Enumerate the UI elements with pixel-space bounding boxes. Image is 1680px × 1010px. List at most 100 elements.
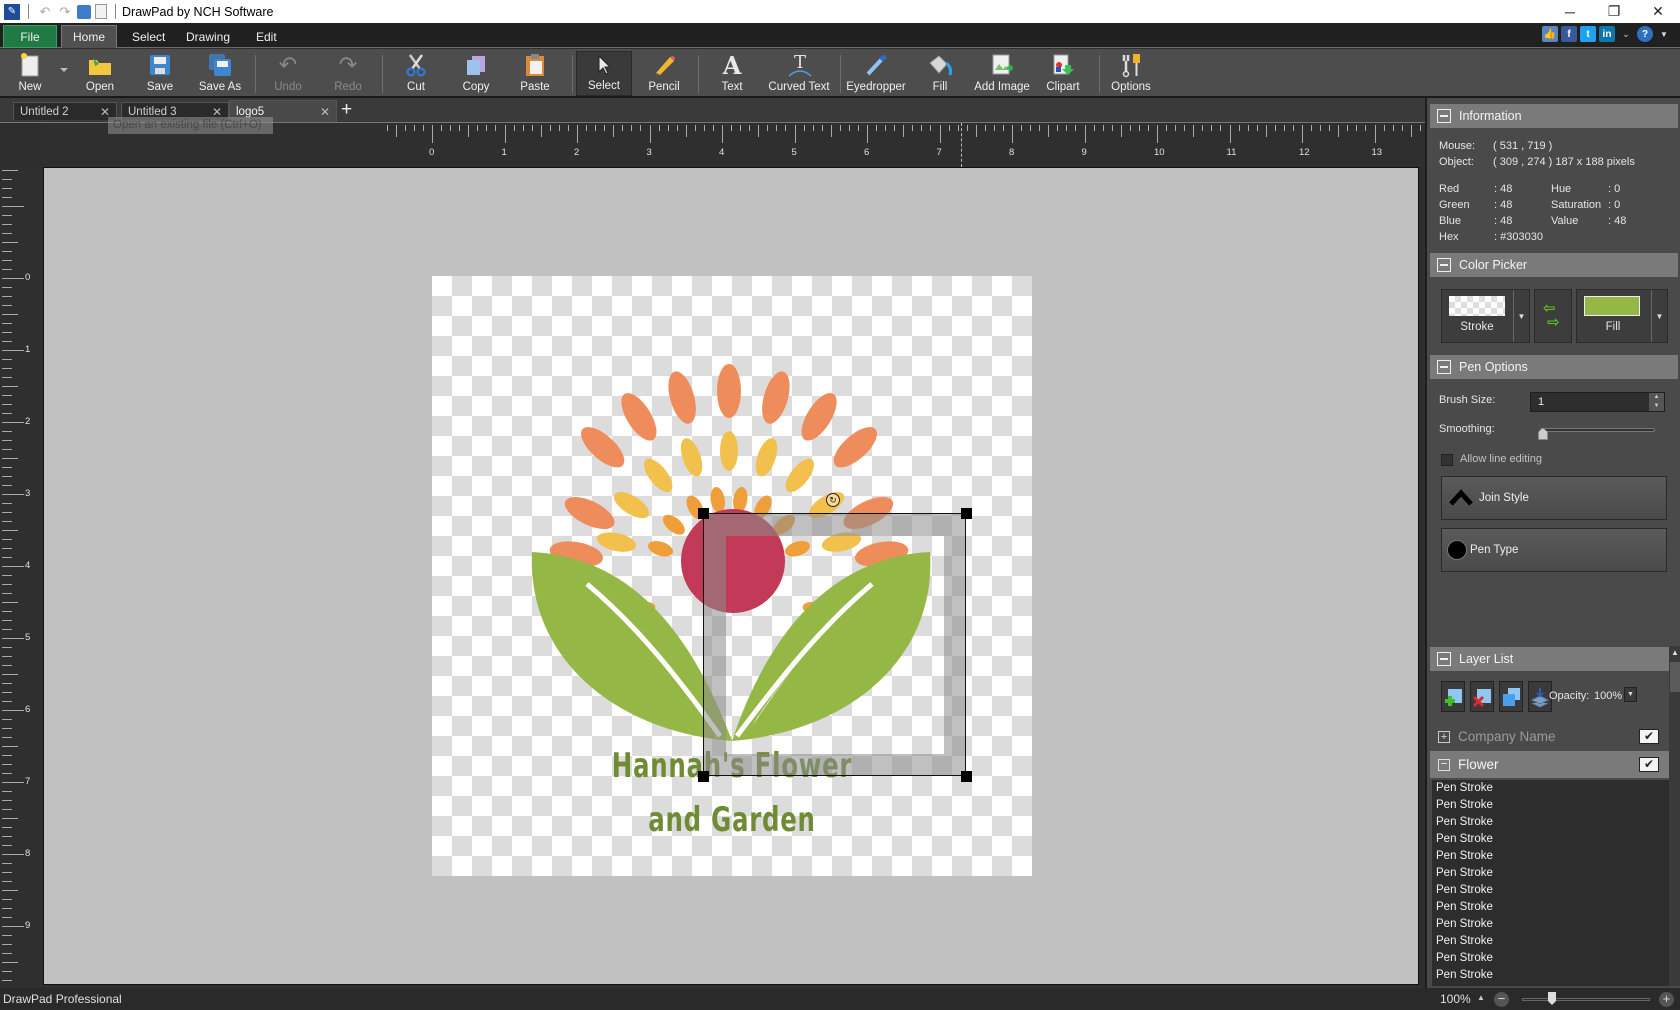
zoom-slider-thumb[interactable]: [1548, 992, 1556, 1005]
restore-button[interactable]: ❐: [1592, 0, 1636, 23]
layer-list-panel-header[interactable]: Layer List: [1430, 647, 1669, 671]
petal[interactable]: [780, 454, 819, 497]
redo-icon[interactable]: ↷: [57, 4, 73, 20]
layer-object-item[interactable]: Pen Stroke: [1432, 916, 1669, 933]
allow-line-editing-checkbox[interactable]: [1441, 454, 1453, 466]
rotate-handle-icon[interactable]: ↻: [826, 493, 840, 507]
pencil-tool-button[interactable]: Pencil: [644, 51, 684, 96]
petal[interactable]: [663, 368, 701, 427]
new-button[interactable]: New: [12, 51, 48, 96]
brush-size-input[interactable]: 1 ▲ ▼: [1530, 392, 1665, 412]
information-panel-header[interactable]: Information: [1430, 104, 1678, 128]
save-button[interactable]: Save: [140, 51, 180, 96]
layer-object-item[interactable]: Pen Stroke: [1432, 848, 1669, 865]
fill-color-button[interactable]: Fill ▼: [1576, 289, 1668, 343]
minimize-button[interactable]: ─: [1548, 0, 1592, 23]
zoom-in-button[interactable]: +: [1659, 992, 1674, 1007]
add-layer-button[interactable]: [1441, 681, 1465, 712]
layer-company-name[interactable]: + Company Name ✔: [1430, 723, 1669, 750]
petal[interactable]: [595, 529, 638, 555]
opacity-dropdown[interactable]: ▼: [1624, 687, 1637, 702]
resize-handle-top-right[interactable]: [961, 508, 972, 519]
layer-flower[interactable]: − Flower ✔: [1430, 751, 1669, 778]
select-tool-button[interactable]: Select: [576, 51, 632, 96]
selection-box[interactable]: [703, 513, 966, 776]
copy-button[interactable]: Copy: [459, 51, 493, 96]
scroll-up-arrow[interactable]: ▲: [1669, 646, 1680, 660]
smoothing-slider[interactable]: [1540, 428, 1655, 432]
zoom-out-button[interactable]: −: [1494, 992, 1509, 1007]
save-as-button[interactable]: Save As: [196, 51, 244, 96]
petal[interactable]: [795, 388, 844, 447]
cut-button[interactable]: Cut: [400, 51, 432, 96]
petal[interactable]: [560, 490, 619, 535]
petal[interactable]: [757, 368, 795, 427]
layer-object-item[interactable]: Pen Stroke: [1432, 899, 1669, 916]
layer-object-item[interactable]: Pen Stroke: [1432, 865, 1669, 882]
pen-type-button[interactable]: Pen Type: [1441, 528, 1667, 572]
spinner-arrows[interactable]: ▲ ▼: [1649, 393, 1664, 411]
tab-edit[interactable]: Edit: [244, 25, 289, 48]
opacity-value[interactable]: 100%: [1594, 690, 1622, 702]
chevron-down-icon[interactable]: ⌄: [1618, 26, 1634, 42]
curved-text-tool-button[interactable]: T Curved Text: [766, 51, 832, 96]
color-picker-panel-header[interactable]: Color Picker: [1430, 253, 1678, 277]
layer-object-item[interactable]: Pen Stroke: [1432, 933, 1669, 950]
new-dropdown-arrow[interactable]: [60, 68, 68, 72]
collapse-icon[interactable]: [1437, 109, 1451, 123]
chevron-down-icon[interactable]: ▼: [1656, 26, 1672, 42]
expand-icon[interactable]: +: [1438, 730, 1450, 743]
resize-handle-bottom-right[interactable]: [961, 771, 972, 782]
petal[interactable]: [827, 420, 883, 474]
tab-home[interactable]: Home: [61, 25, 117, 48]
scroll-thumb[interactable]: [1670, 662, 1680, 692]
zoom-presets-arrow-icon[interactable]: ▲: [1477, 993, 1485, 1002]
tab-file[interactable]: File: [3, 25, 57, 48]
facebook-icon[interactable]: f: [1561, 26, 1577, 42]
petal[interactable]: [659, 511, 688, 538]
collapse-icon[interactable]: [1437, 652, 1451, 666]
undo-button[interactable]: ↶ Undo: [270, 51, 306, 96]
fill-tool-button[interactable]: Fill: [926, 51, 954, 96]
layer-visibility-checkbox[interactable]: ✔: [1639, 757, 1659, 772]
doc-tab-untitled-2[interactable]: Untitled 2 ✕: [13, 102, 117, 120]
swap-colors-button[interactable]: ⇦ ⇨: [1534, 289, 1572, 343]
layer-object-item[interactable]: Pen Stroke: [1432, 780, 1669, 797]
resize-handle-top-left[interactable]: [698, 508, 709, 519]
petal[interactable]: [610, 487, 653, 523]
duplicate-layer-button[interactable]: [1499, 681, 1523, 712]
layer-object-item[interactable]: Pen Stroke: [1432, 882, 1669, 899]
layer-object-item[interactable]: Pen Stroke: [1432, 950, 1669, 967]
layer-object-item[interactable]: Pen Stroke: [1432, 814, 1669, 831]
join-style-button[interactable]: Join Style: [1441, 476, 1667, 520]
layer-object-item[interactable]: Pen Stroke: [1432, 797, 1669, 814]
add-tab-icon[interactable]: +: [341, 99, 352, 121]
petal[interactable]: [751, 435, 781, 479]
paste-button[interactable]: Paste: [516, 51, 554, 96]
pen-options-panel-header[interactable]: Pen Options: [1430, 355, 1678, 379]
logo-text-line-2[interactable]: and Garden: [516, 800, 948, 840]
stroke-color-button[interactable]: Stroke ▼: [1441, 289, 1530, 343]
petal[interactable]: [709, 486, 727, 514]
clipart-button[interactable]: Clipart: [1043, 51, 1083, 96]
undo-icon[interactable]: ↶: [37, 4, 53, 20]
redo-button[interactable]: ↷ Redo: [330, 51, 366, 96]
petal[interactable]: [677, 435, 707, 479]
petal[interactable]: [717, 364, 741, 418]
save-icon[interactable]: [77, 4, 91, 19]
tab-select[interactable]: Select: [120, 25, 177, 48]
layer-object-item[interactable]: Pen Stroke: [1432, 831, 1669, 848]
collapse-icon[interactable]: −: [1438, 758, 1450, 771]
collapse-icon[interactable]: [1437, 258, 1451, 272]
delete-layer-button[interactable]: [1470, 681, 1494, 712]
zoom-slider[interactable]: [1522, 998, 1650, 1001]
linkedin-icon[interactable]: in: [1599, 26, 1615, 42]
close-tab-icon[interactable]: ✕: [320, 105, 330, 119]
tab-drawing[interactable]: Drawing: [174, 25, 242, 48]
layer-list-scrollbar[interactable]: ▲: [1669, 646, 1680, 986]
chevron-down-icon[interactable]: ▼: [1513, 290, 1529, 342]
add-image-button[interactable]: Add Image: [974, 51, 1030, 96]
petal[interactable]: [720, 431, 738, 471]
new-file-icon[interactable]: [95, 4, 107, 19]
resize-handle-bottom-left[interactable]: [698, 771, 709, 782]
